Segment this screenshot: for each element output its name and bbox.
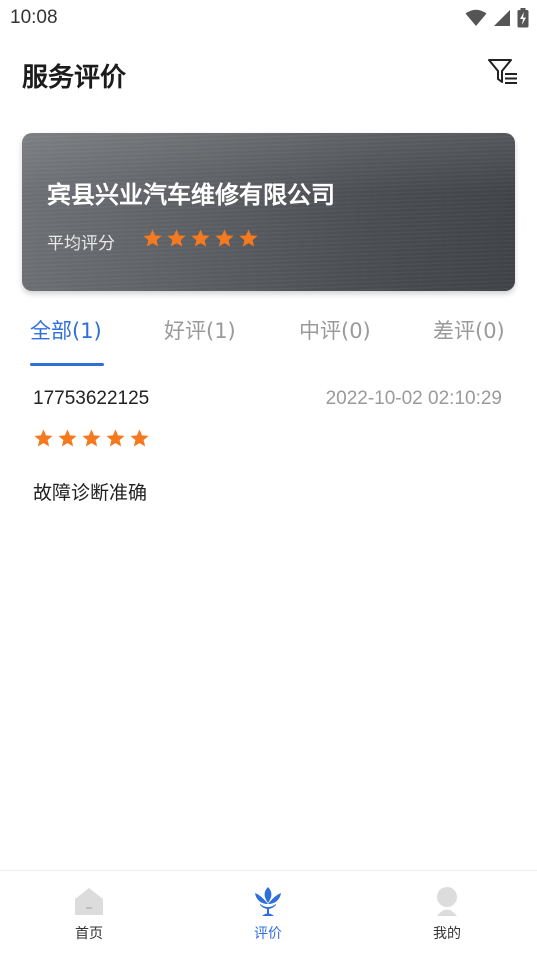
nav-label-home: 首页 bbox=[75, 926, 103, 942]
tab-all[interactable]: 全部(1) bbox=[30, 315, 102, 345]
review-user: 17753622125 bbox=[33, 388, 150, 409]
nav-item-home[interactable]: 首页 bbox=[44, 885, 134, 943]
review-rating-stars bbox=[33, 428, 150, 449]
star-icon bbox=[130, 429, 149, 447]
battery-icon bbox=[517, 8, 529, 28]
user-icon bbox=[437, 887, 457, 916]
star-icon bbox=[143, 229, 162, 247]
nav-label-review: 评价 bbox=[254, 926, 282, 942]
tab-bad[interactable]: 差评(0) bbox=[433, 315, 505, 345]
home-icon bbox=[75, 888, 103, 915]
bottom-nav: 首页 评价 我的 bbox=[0, 870, 537, 956]
average-rating-stars bbox=[142, 228, 259, 249]
nav-item-review[interactable]: 评价 bbox=[223, 885, 313, 943]
store-card: 宾县兴业汽车维修有限公司 平均评分 bbox=[22, 133, 515, 291]
star-icon bbox=[58, 429, 77, 447]
page-title: 服务评价 bbox=[22, 63, 127, 93]
star-icon bbox=[215, 229, 234, 247]
tab-neutral[interactable]: 中评(0) bbox=[299, 315, 371, 345]
tab-good[interactable]: 好评(1) bbox=[164, 315, 236, 345]
tab-indicator bbox=[30, 363, 104, 366]
signal-icon bbox=[494, 10, 510, 26]
review-text: 故障诊断准确 bbox=[33, 482, 148, 504]
header: 服务评价 bbox=[0, 44, 537, 104]
review-time: 2022-10-02 02:10:29 bbox=[325, 388, 502, 409]
review-tabs: 全部(1) 好评(1) 中评(0) 差评(0) bbox=[0, 305, 537, 367]
status-icons bbox=[465, 8, 529, 28]
store-name: 宾县兴业汽车维修有限公司 bbox=[47, 181, 335, 209]
nav-label-mine: 我的 bbox=[433, 926, 461, 942]
star-icon bbox=[191, 229, 210, 247]
nav-item-mine[interactable]: 我的 bbox=[402, 885, 492, 943]
star-icon bbox=[167, 229, 186, 247]
star-icon bbox=[34, 429, 53, 447]
star-icon bbox=[106, 429, 125, 447]
status-time: 10:08 bbox=[10, 7, 58, 28]
wifi-icon bbox=[465, 9, 487, 26]
filter-icon[interactable] bbox=[487, 56, 519, 88]
star-icon bbox=[239, 229, 258, 247]
average-rating-label: 平均评分 bbox=[47, 234, 115, 254]
screen: 10:08 服务评价 宾县兴业汽车维修有限公司 平均评分 全部(1) 好评(1)… bbox=[0, 0, 537, 956]
status-bar: 10:08 bbox=[0, 0, 537, 36]
lotus-icon bbox=[255, 887, 281, 916]
star-icon bbox=[82, 429, 101, 447]
